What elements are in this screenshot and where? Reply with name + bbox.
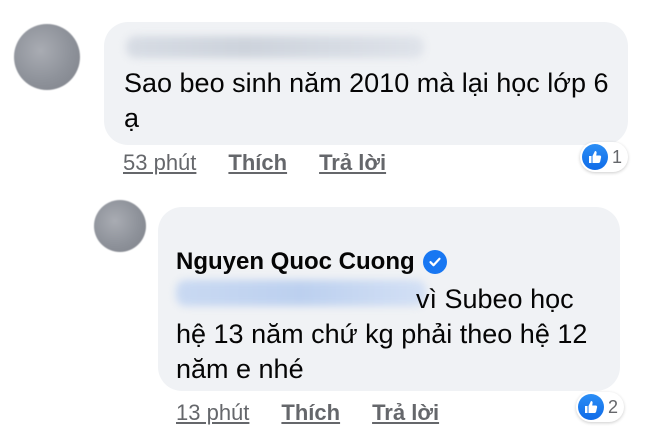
reply-author: Nguyen Quoc Cuong (176, 248, 447, 276)
reply-text: vì Subeo học hệ 13 năm chứ kg phải theo … (176, 284, 588, 384)
thumbs-up-icon (582, 144, 608, 170)
comment-actions: 53 phút Thích Trả lời (123, 150, 418, 176)
comment-text: Sao beo sinh năm 2010 mà lại học lớp 6 ạ (124, 68, 609, 133)
reaction-count: 2 (608, 396, 619, 417)
like-button[interactable]: Thích (228, 150, 287, 176)
commenter-avatar[interactable] (94, 200, 146, 252)
reply-button[interactable]: Trả lời (319, 150, 386, 176)
reply-actions: 13 phút Thích Trả lời (176, 400, 471, 426)
comment-timestamp[interactable]: 53 phút (123, 150, 196, 176)
reply-timestamp[interactable]: 13 phút (176, 400, 249, 426)
like-button[interactable]: Thích (281, 400, 340, 426)
reaction-summary[interactable]: 2 (576, 392, 625, 422)
reply-button[interactable]: Trả lời (372, 400, 439, 426)
reaction-count: 1 (612, 146, 623, 167)
verified-check-icon (422, 250, 447, 274)
thumbs-up-icon (578, 394, 604, 420)
blurred-commenter-name (126, 36, 424, 58)
author-name[interactable]: Nguyen Quoc Cuong (176, 248, 415, 276)
commenter-avatar[interactable] (14, 24, 80, 90)
reaction-summary[interactable]: 1 (580, 142, 629, 172)
